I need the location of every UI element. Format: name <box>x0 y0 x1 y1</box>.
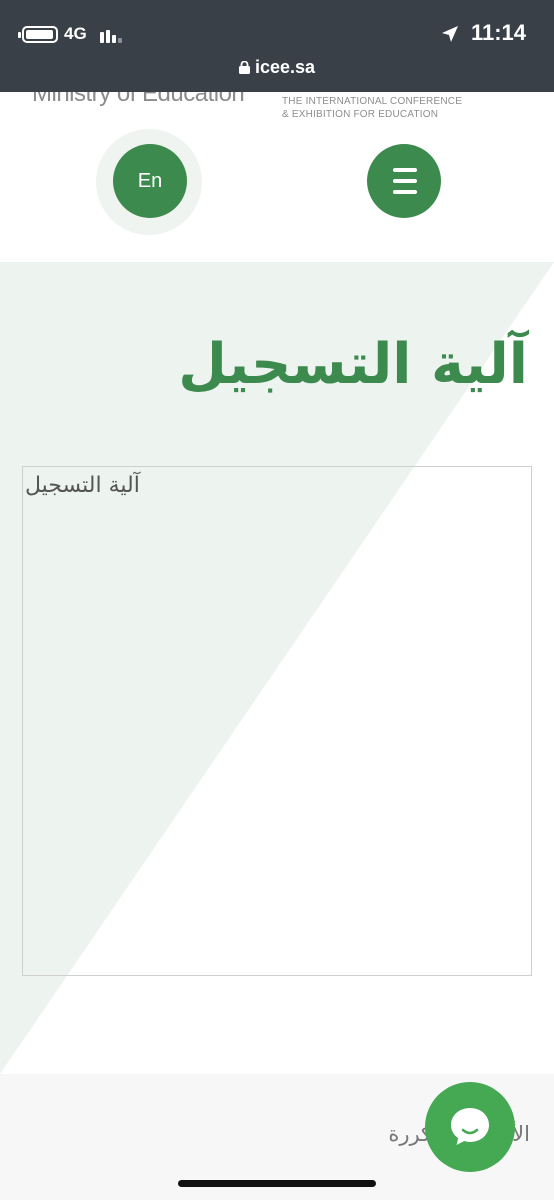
chat-button[interactable] <box>425 1082 515 1172</box>
page-title: آلية التسجيل <box>178 332 528 397</box>
language-toggle-button[interactable]: En <box>113 144 187 218</box>
ministry-logo-text[interactable]: Ministry of Education <box>32 92 245 108</box>
home-indicator <box>178 1180 376 1187</box>
signal-icon <box>100 29 122 43</box>
location-arrow-icon <box>442 26 458 42</box>
embedded-document-frame[interactable]: آلية التسجيل <box>22 466 532 976</box>
network-type: 4G <box>64 24 87 43</box>
conference-logo-text[interactable]: THE INTERNATIONAL CONFERENCE & EXHIBITIO… <box>282 95 462 121</box>
address-bar[interactable]: icee.sa <box>0 57 554 78</box>
chat-bubble-icon <box>451 1108 489 1145</box>
clock: 11:14 <box>470 20 526 45</box>
battery-icon <box>18 26 58 43</box>
main-content: آلية التسجيل آلية التسجيل <box>0 262 554 1074</box>
status-bar: 4G 11:14 icee.sa <box>0 0 554 92</box>
conference-line-2: & EXHIBITION FOR EDUCATION <box>282 109 439 120</box>
site-header: Ministry of Education THE INTERNATIONAL … <box>0 92 554 262</box>
conference-line-1: THE INTERNATIONAL CONFERENCE <box>282 96 463 107</box>
lock-icon <box>238 61 250 74</box>
embed-title: آلية التسجيل <box>25 473 140 498</box>
url-text: icee.sa <box>254 57 316 77</box>
menu-button[interactable] <box>367 144 441 218</box>
footer: الأسئلة المتكررة <box>0 1074 554 1200</box>
